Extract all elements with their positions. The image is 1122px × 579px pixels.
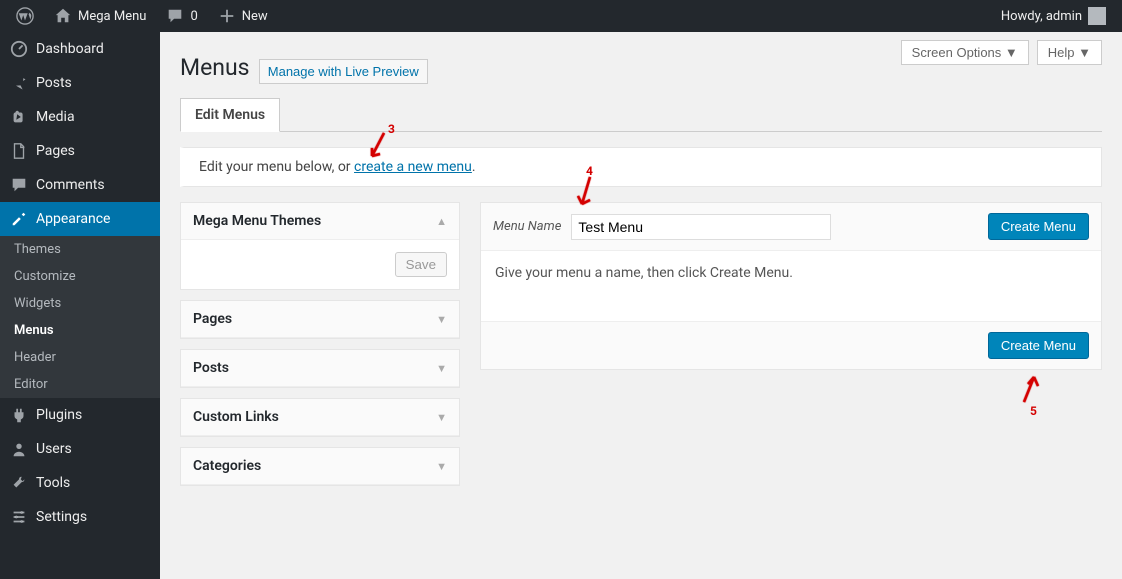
create-menu-button-bottom[interactable]: Create Menu	[988, 332, 1089, 359]
sidebar-item-posts[interactable]: Posts	[0, 66, 160, 100]
page-icon	[10, 142, 28, 160]
live-preview-button[interactable]: Manage with Live Preview	[259, 59, 428, 84]
site-name: Mega Menu	[78, 9, 146, 24]
metabox-head-custom-links[interactable]: Custom Links ▼	[181, 399, 459, 436]
submenu-themes[interactable]: Themes	[0, 236, 160, 263]
plugin-icon	[10, 406, 28, 424]
sidebar-item-label: Comments	[36, 177, 105, 193]
sidebar-item-users[interactable]: Users	[0, 432, 160, 466]
menu-edit-panel: Menu Name Create Menu Give your menu a n…	[480, 202, 1102, 370]
tool-icon	[10, 474, 28, 492]
new-link[interactable]: New	[210, 0, 276, 32]
sidebar-item-pages[interactable]: Pages	[0, 134, 160, 168]
comment-icon	[166, 7, 184, 25]
wordpress-icon	[16, 7, 34, 25]
edit-notice: Edit your menu below, or create a new me…	[180, 147, 1102, 187]
create-menu-button-top[interactable]: Create Menu	[988, 213, 1089, 240]
sidebar-item-tools[interactable]: Tools	[0, 466, 160, 500]
chevron-up-icon: ▲	[436, 215, 447, 228]
page-title: Menus	[180, 54, 250, 81]
metabox-custom-links: Custom Links ▼	[180, 398, 460, 437]
appearance-submenu: Themes Customize Widgets Menus Header Ed…	[0, 236, 160, 398]
help-button[interactable]: Help ▼	[1037, 40, 1102, 65]
sidebar-item-appearance[interactable]: Appearance	[0, 202, 160, 236]
submenu-editor[interactable]: Editor	[0, 371, 160, 398]
settings-icon	[10, 508, 28, 526]
metabox-mega-menu-themes: Mega Menu Themes ▲ Save	[180, 202, 460, 290]
sidebar-item-comments[interactable]: Comments	[0, 168, 160, 202]
pin-icon	[10, 74, 28, 92]
nav-tabs: Edit Menus	[180, 98, 1102, 132]
comments-link[interactable]: 0	[158, 0, 205, 32]
save-button[interactable]: Save	[395, 252, 447, 277]
sidebar-item-label: Pages	[36, 143, 75, 159]
sidebar-item-settings[interactable]: Settings	[0, 500, 160, 534]
new-label: New	[242, 9, 268, 24]
sidebar-item-dashboard[interactable]: Dashboard	[0, 32, 160, 66]
metabox-posts: Posts ▼	[180, 349, 460, 388]
home-icon	[54, 7, 72, 25]
user-icon	[10, 440, 28, 458]
wp-logo[interactable]	[8, 0, 42, 32]
site-name-link[interactable]: Mega Menu	[46, 0, 154, 32]
sidebar-item-label: Settings	[36, 509, 87, 525]
admin-bar: Mega Menu 0 New Howdy, admin	[0, 0, 1122, 32]
chevron-down-icon: ▼	[436, 362, 447, 375]
notice-prefix: Edit your menu below, or	[199, 159, 354, 175]
create-new-menu-link[interactable]: create a new menu	[354, 159, 472, 175]
chevron-down-icon: ▼	[436, 460, 447, 473]
sidebar-item-label: Media	[36, 109, 75, 125]
metabox-head-pages[interactable]: Pages ▼	[181, 301, 459, 338]
notice-suffix: .	[472, 159, 476, 175]
media-icon	[10, 108, 28, 126]
sidebar-item-label: Plugins	[36, 407, 82, 423]
sidebar-item-label: Appearance	[36, 211, 110, 227]
avatar	[1088, 7, 1106, 25]
sidebar-item-label: Users	[36, 441, 72, 457]
submenu-menus[interactable]: Menus	[0, 317, 160, 344]
submenu-header[interactable]: Header	[0, 344, 160, 371]
sidebar-item-media[interactable]: Media	[0, 100, 160, 134]
howdy-text: Howdy, admin	[1001, 9, 1082, 24]
plus-icon	[218, 7, 236, 25]
admin-sidebar: Dashboard Posts Media Pages Comments App…	[0, 32, 160, 579]
sidebar-item-label: Posts	[36, 75, 72, 91]
sidebar-item-plugins[interactable]: Plugins	[0, 398, 160, 432]
tab-edit-menus[interactable]: Edit Menus	[180, 98, 280, 132]
comments-count: 0	[190, 9, 197, 24]
metabox-head-categories[interactable]: Categories ▼	[181, 448, 459, 485]
menu-body-text: Give your menu a name, then click Create…	[481, 251, 1101, 321]
metabox-head-posts[interactable]: Posts ▼	[181, 350, 459, 387]
submenu-widgets[interactable]: Widgets	[0, 290, 160, 317]
screen-options-button[interactable]: Screen Options ▼	[901, 40, 1029, 65]
chevron-down-icon: ▼	[436, 313, 447, 326]
dashboard-icon	[10, 40, 28, 58]
metabox-pages: Pages ▼	[180, 300, 460, 339]
account-link[interactable]: Howdy, admin	[993, 0, 1114, 32]
sidebar-item-label: Dashboard	[36, 41, 104, 57]
submenu-customize[interactable]: Customize	[0, 263, 160, 290]
chevron-down-icon: ▼	[436, 411, 447, 424]
comment-icon	[10, 176, 28, 194]
metabox-categories: Categories ▼	[180, 447, 460, 486]
metabox-head-mega[interactable]: Mega Menu Themes ▲	[181, 203, 459, 240]
menu-name-input[interactable]	[571, 214, 831, 240]
main-content: Screen Options ▼ Help ▼ Menus Manage wit…	[160, 32, 1122, 579]
sidebar-item-label: Tools	[36, 475, 70, 491]
appearance-icon	[10, 210, 28, 228]
menu-name-label: Menu Name	[493, 219, 561, 234]
